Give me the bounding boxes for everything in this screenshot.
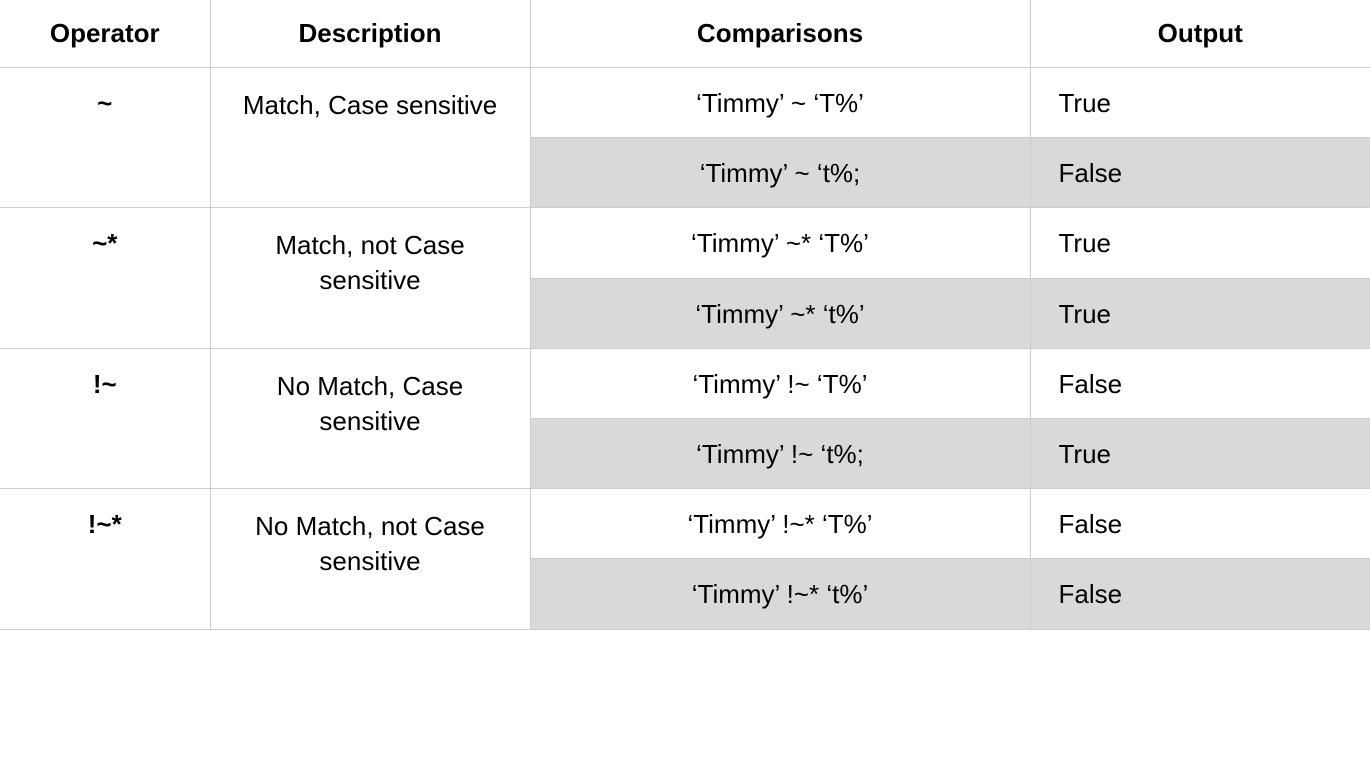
comparison-value: ‘Timmy’ ~* ‘T%’: [531, 208, 1030, 277]
cell-operator: ~*: [0, 208, 210, 348]
output-value: True: [1031, 208, 1370, 277]
output-value: True: [1031, 278, 1370, 348]
output-value: False: [1031, 558, 1370, 628]
cell-description: No Match, not Case sensitive: [210, 489, 530, 629]
header-operator: Operator: [0, 0, 210, 68]
output-value: False: [1031, 489, 1370, 558]
cell-comparisons: ‘Timmy’ ~* ‘T%’ ‘Timmy’ ~* ‘t%’: [530, 208, 1030, 348]
operators-table: Operator Description Comparisons Output …: [0, 0, 1370, 630]
output-value: False: [1031, 137, 1370, 207]
cell-output: True True: [1030, 208, 1370, 348]
header-output: Output: [1030, 0, 1370, 68]
comparison-value: ‘Timmy’ ~* ‘t%’: [531, 278, 1030, 348]
cell-operator: !~*: [0, 489, 210, 629]
comparison-value: ‘Timmy’ !~* ‘T%’: [531, 489, 1030, 558]
header-comparisons: Comparisons: [530, 0, 1030, 68]
cell-comparisons: ‘Timmy’ !~* ‘T%’ ‘Timmy’ !~* ‘t%’: [530, 489, 1030, 629]
cell-comparisons: ‘Timmy’ ~ ‘T%’ ‘Timmy’ ~ ‘t%;: [530, 68, 1030, 208]
table-row: ~* Match, not Case sensitive ‘Timmy’ ~* …: [0, 208, 1370, 348]
comparison-value: ‘Timmy’ !~* ‘t%’: [531, 558, 1030, 628]
cell-description: Match, not Case sensitive: [210, 208, 530, 348]
table-row: !~* No Match, not Case sensitive ‘Timmy’…: [0, 489, 1370, 629]
output-value: False: [1031, 349, 1370, 418]
comparison-value: ‘Timmy’ !~ ‘T%’: [531, 349, 1030, 418]
comparison-value: ‘Timmy’ !~ ‘t%;: [531, 418, 1030, 488]
comparison-value: ‘Timmy’ ~ ‘t%;: [531, 137, 1030, 207]
cell-description: No Match, Case sensitive: [210, 348, 530, 488]
cell-output: False False: [1030, 489, 1370, 629]
cell-operator: !~: [0, 348, 210, 488]
table-header-row: Operator Description Comparisons Output: [0, 0, 1370, 68]
cell-output: True False: [1030, 68, 1370, 208]
cell-output: False True: [1030, 348, 1370, 488]
cell-comparisons: ‘Timmy’ !~ ‘T%’ ‘Timmy’ !~ ‘t%;: [530, 348, 1030, 488]
output-value: True: [1031, 418, 1370, 488]
header-description: Description: [210, 0, 530, 68]
cell-operator: ~: [0, 68, 210, 208]
table-row: !~ No Match, Case sensitive ‘Timmy’ !~ ‘…: [0, 348, 1370, 488]
cell-description: Match, Case sensitive: [210, 68, 530, 208]
comparison-value: ‘Timmy’ ~ ‘T%’: [531, 68, 1030, 137]
output-value: True: [1031, 68, 1370, 137]
table-row: ~ Match, Case sensitive ‘Timmy’ ~ ‘T%’ ‘…: [0, 68, 1370, 208]
